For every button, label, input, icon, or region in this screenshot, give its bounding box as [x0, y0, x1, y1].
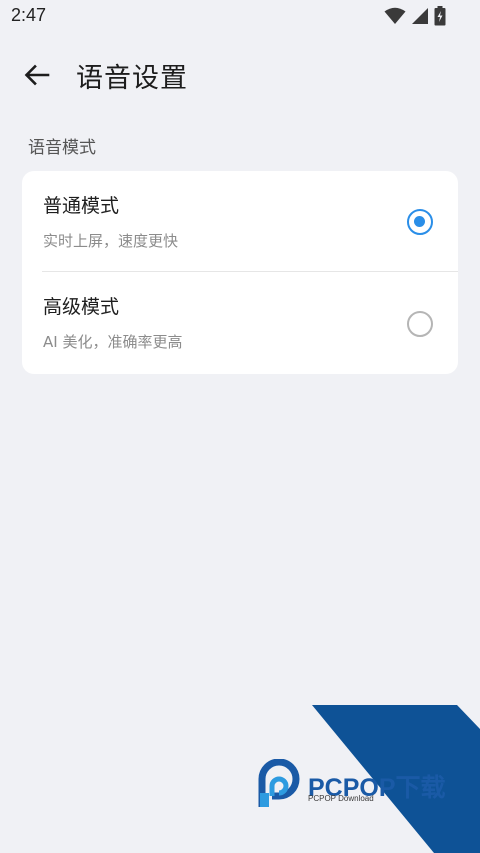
pcpop-logo-icon	[258, 759, 300, 807]
voice-mode-card: 普通模式 实时上屏，速度更快 高级模式 AI 美化，准确率更高	[22, 171, 458, 374]
option-subtitle: 实时上屏，速度更快	[43, 232, 179, 250]
option-title: 高级模式	[43, 296, 120, 318]
option-normal-mode[interactable]: 普通模式 实时上屏，速度更快	[22, 171, 458, 271]
radio-advanced-mode[interactable]	[407, 311, 433, 337]
watermark: PCPOP下载 PCPOP Download	[258, 705, 480, 853]
watermark-subtitle: PCPOP Download	[308, 794, 374, 803]
back-button[interactable]	[20, 60, 54, 90]
app-bar: 语音设置	[0, 50, 480, 100]
radio-normal-mode[interactable]	[407, 209, 433, 235]
status-icons	[384, 6, 446, 26]
arrow-left-icon	[24, 64, 50, 86]
option-advanced-mode[interactable]: 高级模式 AI 美化，准确率更高	[22, 272, 458, 372]
option-subtitle: AI 美化，准确率更高	[43, 333, 183, 351]
status-bar: 2:47	[0, 0, 480, 32]
section-header: 语音模式	[28, 138, 96, 158]
wifi-icon	[384, 7, 406, 25]
battery-icon	[434, 6, 446, 26]
status-time: 2:47	[11, 5, 47, 25]
signal-icon	[411, 7, 429, 25]
page-title: 语音设置	[76, 63, 188, 94]
option-title: 普通模式	[43, 195, 120, 217]
